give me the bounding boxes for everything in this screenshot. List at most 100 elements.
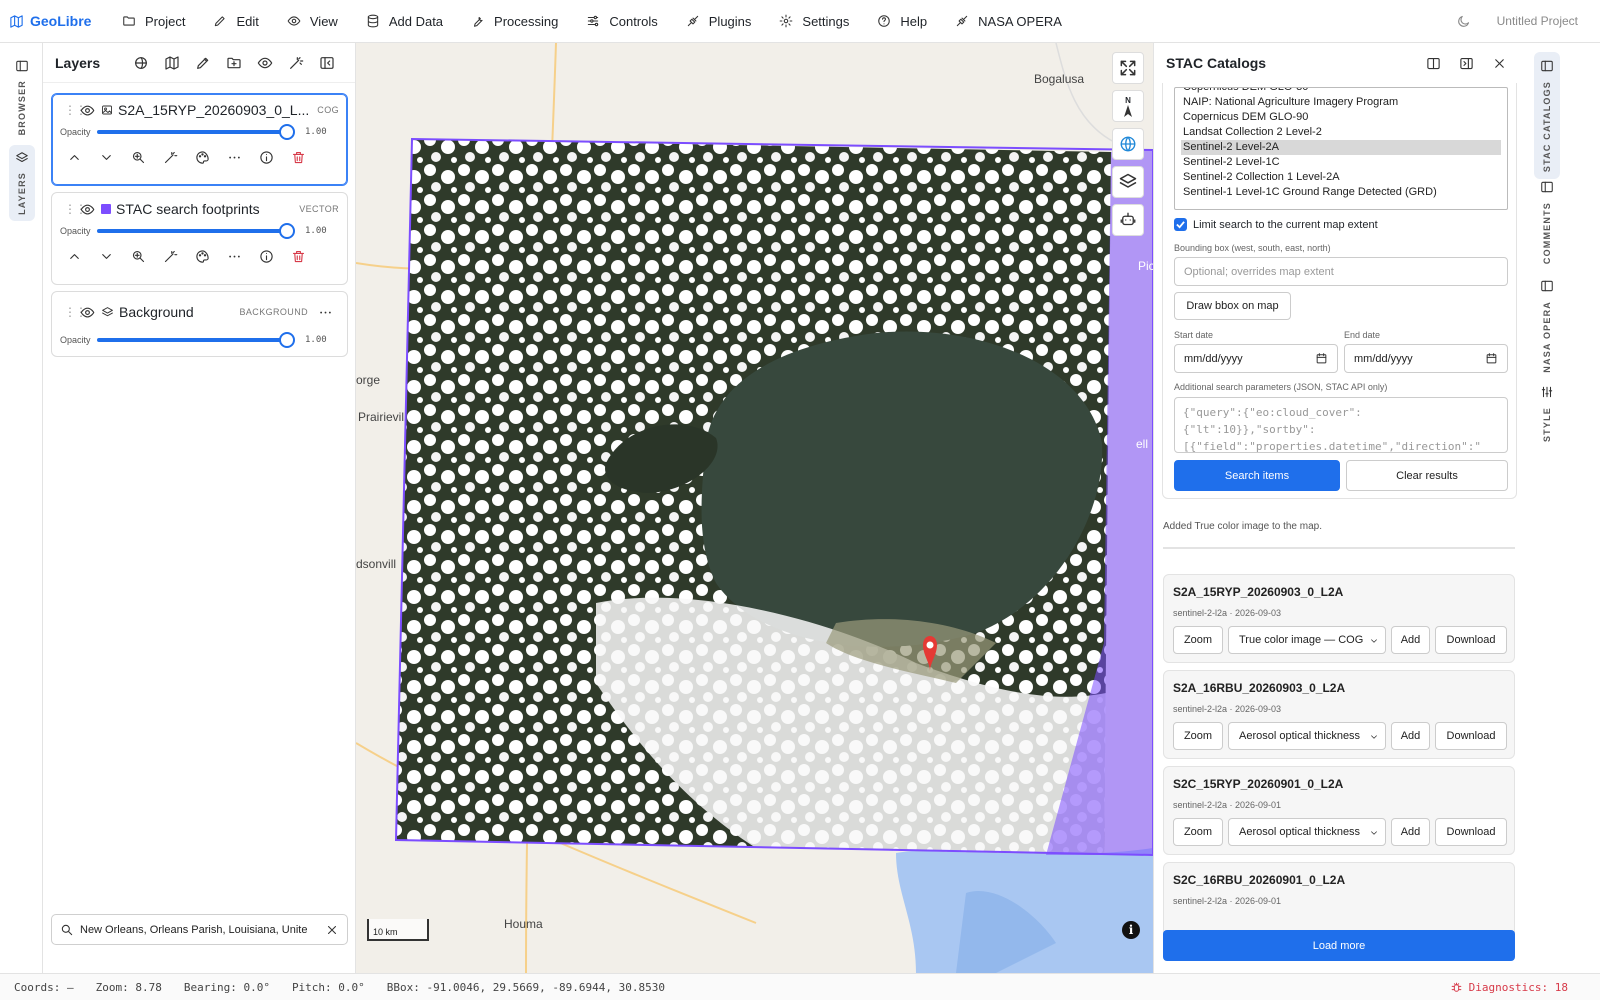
- menu-processing[interactable]: Processing: [457, 0, 572, 43]
- visibility-eye-icon[interactable]: [80, 202, 95, 217]
- fullscreen-button[interactable]: [1112, 52, 1144, 84]
- chevron-up-icon[interactable]: [67, 150, 82, 165]
- collection-option[interactable]: Sentinel-1 Level-1C Ground Range Detecte…: [1175, 185, 1507, 200]
- identify-icon[interactable]: [163, 150, 178, 165]
- moon-icon[interactable]: [1456, 14, 1471, 29]
- layer-item-s2a[interactable]: ⋮⋮ S2A_15RYP_20260903_0_L... COG Opacity…: [51, 93, 348, 186]
- download-button[interactable]: Download: [1435, 722, 1507, 750]
- globe-button[interactable]: [1112, 128, 1144, 160]
- identify-icon[interactable]: [163, 249, 178, 264]
- drag-handle-icon[interactable]: ⋮⋮: [64, 306, 87, 318]
- collection-option[interactable]: NAIP: National Agriculture Imagery Progr…: [1175, 95, 1507, 110]
- end-date-input[interactable]: mm/dd/yyyy: [1344, 344, 1508, 373]
- chevron-down-icon[interactable]: [99, 150, 114, 165]
- menu-project[interactable]: Project: [108, 0, 199, 43]
- close-icon[interactable]: [325, 923, 339, 937]
- tab-comments[interactable]: COMMENTS: [1534, 173, 1560, 271]
- add-button[interactable]: Add: [1391, 626, 1430, 654]
- asset-select[interactable]: Aerosol optical thickness: [1228, 818, 1386, 846]
- tab-layers[interactable]: LAYERS: [9, 145, 35, 221]
- draw-bbox-button[interactable]: Draw bbox on map: [1174, 292, 1291, 320]
- opacity-slider[interactable]: [97, 223, 295, 239]
- compass-button[interactable]: N: [1112, 90, 1144, 122]
- tab-browser[interactable]: BROWSER: [9, 53, 35, 141]
- project-name[interactable]: Untitled Project: [1497, 14, 1578, 28]
- menu-add-data[interactable]: Add Data: [352, 0, 457, 43]
- search-params-textarea[interactable]: {"query":{"eo:cloud_cover": {"lt":10}},"…: [1174, 397, 1508, 453]
- asset-select[interactable]: True color image — COG: [1228, 626, 1386, 654]
- info-icon[interactable]: [259, 150, 274, 165]
- tab-nasa-opera[interactable]: NASA OPERA: [1534, 272, 1560, 380]
- map-icon[interactable]: [164, 55, 180, 71]
- more-icon[interactable]: [227, 150, 242, 165]
- delete-icon[interactable]: [291, 150, 306, 165]
- collection-option[interactable]: Landsat Collection 2 Level-2: [1175, 125, 1507, 140]
- close-icon[interactable]: [1492, 56, 1507, 71]
- visibility-eye-icon[interactable]: [80, 103, 95, 118]
- collection-option-selected[interactable]: Sentinel-2 Level-2A: [1181, 140, 1501, 155]
- eye-icon[interactable]: [257, 55, 273, 71]
- draw-icon[interactable]: [195, 55, 211, 71]
- search-items-button[interactable]: Search items: [1174, 460, 1340, 491]
- collection-option[interactable]: Sentinel-2 Collection 1 Level-2A: [1175, 170, 1507, 185]
- tab-style[interactable]: STYLE: [1534, 378, 1560, 449]
- calendar-icon[interactable]: [1315, 352, 1328, 365]
- slider-thumb[interactable]: [279, 223, 295, 239]
- collection-listbox[interactable]: Copernicus DEM GLO-30 NAIP: National Agr…: [1174, 87, 1508, 210]
- bbox-input[interactable]: Optional; overrides map extent: [1174, 257, 1508, 286]
- magic-icon[interactable]: [288, 55, 304, 71]
- dock-panel-icon[interactable]: [1459, 56, 1474, 71]
- tab-stac-catalogs[interactable]: STAC CATALOGS: [1534, 52, 1560, 180]
- clear-results-button[interactable]: Clear results: [1346, 460, 1508, 491]
- drag-handle-icon[interactable]: ⋮⋮: [64, 104, 87, 116]
- download-button[interactable]: Download: [1435, 818, 1507, 846]
- opacity-slider[interactable]: [97, 332, 295, 348]
- menu-plugins[interactable]: Plugins: [672, 0, 766, 43]
- layer-name[interactable]: STAC search footprints: [116, 201, 260, 217]
- app-logo[interactable]: GeoLibre: [0, 13, 108, 29]
- chevron-down-icon[interactable]: [99, 249, 114, 264]
- layer-name[interactable]: S2A_15RYP_20260903_0_L...: [118, 102, 310, 118]
- slider-thumb[interactable]: [279, 124, 295, 140]
- layer-item-stac-footprints[interactable]: ⋮⋮ STAC search footprints VECTOR Opacity…: [51, 192, 348, 285]
- basemap-button[interactable]: [1112, 166, 1144, 198]
- menu-edit[interactable]: Edit: [199, 0, 272, 43]
- menu-help[interactable]: Help: [863, 0, 941, 43]
- checkbox-checked[interactable]: [1174, 218, 1187, 231]
- assistant-button[interactable]: [1112, 204, 1144, 236]
- info-icon[interactable]: [259, 249, 274, 264]
- limit-extent-checkbox[interactable]: Limit search to the current map extent: [1174, 218, 1378, 231]
- zoom-button[interactable]: Zoom: [1173, 626, 1223, 654]
- start-date-input[interactable]: mm/dd/yyyy: [1174, 344, 1338, 373]
- layer-name[interactable]: Background: [119, 304, 194, 320]
- folder-add-icon[interactable]: [226, 55, 242, 71]
- attribution-info-button[interactable]: i: [1122, 921, 1140, 939]
- palette-icon[interactable]: [195, 150, 210, 165]
- menu-settings[interactable]: Settings: [765, 0, 863, 43]
- collection-option[interactable]: Copernicus DEM GLO-90: [1175, 110, 1507, 125]
- map-canvas[interactable]: Bogalusa Prairievil Houma dsonvill orge …: [356, 43, 1153, 973]
- drag-handle-icon[interactable]: ⋮⋮: [64, 203, 87, 215]
- load-more-button[interactable]: Load more: [1163, 930, 1515, 961]
- zoom-button[interactable]: Zoom: [1173, 818, 1223, 846]
- collection-option[interactable]: Copernicus DEM GLO-30: [1175, 88, 1507, 95]
- collection-option[interactable]: Sentinel-2 Level-1C: [1175, 155, 1507, 170]
- diagnostics-button[interactable]: Diagnostics: 18: [1450, 981, 1568, 994]
- menu-controls[interactable]: Controls: [572, 0, 671, 43]
- more-icon[interactable]: [227, 249, 242, 264]
- calendar-icon[interactable]: [1485, 352, 1498, 365]
- location-search-input[interactable]: [80, 923, 319, 936]
- zoom-to-layer-icon[interactable]: [131, 249, 146, 264]
- add-button[interactable]: Add: [1391, 722, 1430, 750]
- asset-select[interactable]: Aerosol optical thickness: [1228, 722, 1386, 750]
- palette-icon[interactable]: [195, 249, 210, 264]
- menu-nasa-opera[interactable]: NASA OPERA: [941, 0, 1076, 43]
- globe-add-icon[interactable]: [133, 55, 149, 71]
- visibility-eye-icon[interactable]: [80, 305, 95, 320]
- opacity-slider[interactable]: [97, 124, 295, 140]
- add-button[interactable]: Add: [1391, 818, 1430, 846]
- zoom-to-layer-icon[interactable]: [131, 150, 146, 165]
- collapse-panel-icon[interactable]: [319, 55, 335, 71]
- split-view-icon[interactable]: [1426, 56, 1441, 71]
- menu-view[interactable]: View: [273, 0, 352, 43]
